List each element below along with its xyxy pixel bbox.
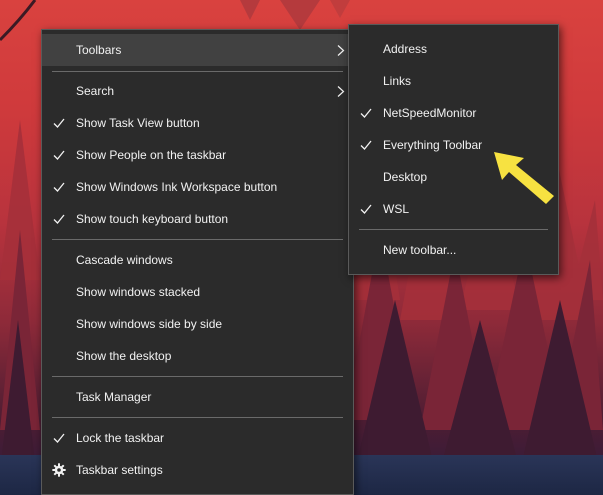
submenu-item-links[interactable]: Links: [349, 65, 558, 97]
menu-item-search[interactable]: Search: [42, 75, 353, 107]
menu-item-label: Show Task View button: [76, 116, 200, 130]
menu-item-lock-taskbar[interactable]: Lock the taskbar: [42, 422, 353, 454]
gear-icon: [52, 463, 66, 477]
taskbar-context-menu: Toolbars Search Show Task View button Sh…: [41, 29, 354, 495]
check-icon: [53, 433, 65, 443]
menu-item-label: Address: [383, 42, 428, 56]
menu-item-label: Toolbars: [76, 43, 122, 57]
menu-item-windows-side-by-side[interactable]: Show windows side by side: [42, 308, 353, 340]
chevron-right-icon: [337, 45, 345, 56]
menu-separator: [52, 239, 343, 240]
menu-item-label: Taskbar settings: [76, 463, 163, 477]
menu-separator: [52, 71, 343, 72]
menu-item-show-ink-workspace[interactable]: Show Windows Ink Workspace button: [42, 171, 353, 203]
menu-item-label: Everything Toolbar: [383, 138, 483, 152]
menu-item-label: Show windows stacked: [76, 285, 201, 299]
menu-item-label: Show windows side by side: [76, 317, 223, 331]
menu-item-label: NetSpeedMonitor: [383, 106, 477, 120]
menu-item-label: Show People on the taskbar: [76, 148, 227, 162]
menu-item-task-manager[interactable]: Task Manager: [42, 381, 353, 413]
menu-item-taskbar-settings[interactable]: Taskbar settings: [42, 454, 353, 486]
menu-item-show-desktop[interactable]: Show the desktop: [42, 340, 353, 372]
menu-item-show-task-view[interactable]: Show Task View button: [42, 107, 353, 139]
check-icon: [53, 182, 65, 192]
menu-item-toolbars[interactable]: Toolbars: [42, 34, 353, 66]
menu-item-label: New toolbar...: [383, 243, 457, 257]
menu-item-label: Search: [76, 84, 115, 98]
menu-item-show-people[interactable]: Show People on the taskbar: [42, 139, 353, 171]
menu-separator: [52, 417, 343, 418]
check-icon: [53, 150, 65, 160]
menu-item-label: Show Windows Ink Workspace button: [76, 180, 278, 194]
menu-item-label: Task Manager: [76, 390, 152, 404]
chevron-right-icon: [337, 86, 345, 97]
menu-item-show-touch-keyboard[interactable]: Show touch keyboard button: [42, 203, 353, 235]
menu-item-label: Cascade windows: [76, 253, 173, 267]
menu-item-label: Desktop: [383, 170, 428, 184]
menu-separator: [52, 376, 343, 377]
menu-item-label: Show touch keyboard button: [76, 212, 229, 226]
menu-item-windows-stacked[interactable]: Show windows stacked: [42, 276, 353, 308]
check-icon: [360, 204, 372, 214]
menu-item-cascade-windows[interactable]: Cascade windows: [42, 244, 353, 276]
menu-separator: [359, 229, 548, 230]
submenu-item-netspeedmonitor[interactable]: NetSpeedMonitor: [349, 97, 558, 129]
yellow-arrow-icon: [494, 152, 554, 204]
submenu-item-new-toolbar[interactable]: New toolbar...: [349, 234, 558, 266]
check-icon: [53, 118, 65, 128]
menu-item-label: Links: [383, 74, 412, 88]
check-icon: [360, 140, 372, 150]
submenu-item-address[interactable]: Address: [349, 33, 558, 65]
menu-item-label: Show the desktop: [76, 349, 172, 363]
check-icon: [53, 214, 65, 224]
menu-item-label: WSL: [383, 202, 410, 216]
check-icon: [360, 108, 372, 118]
menu-item-label: Lock the taskbar: [76, 431, 165, 445]
